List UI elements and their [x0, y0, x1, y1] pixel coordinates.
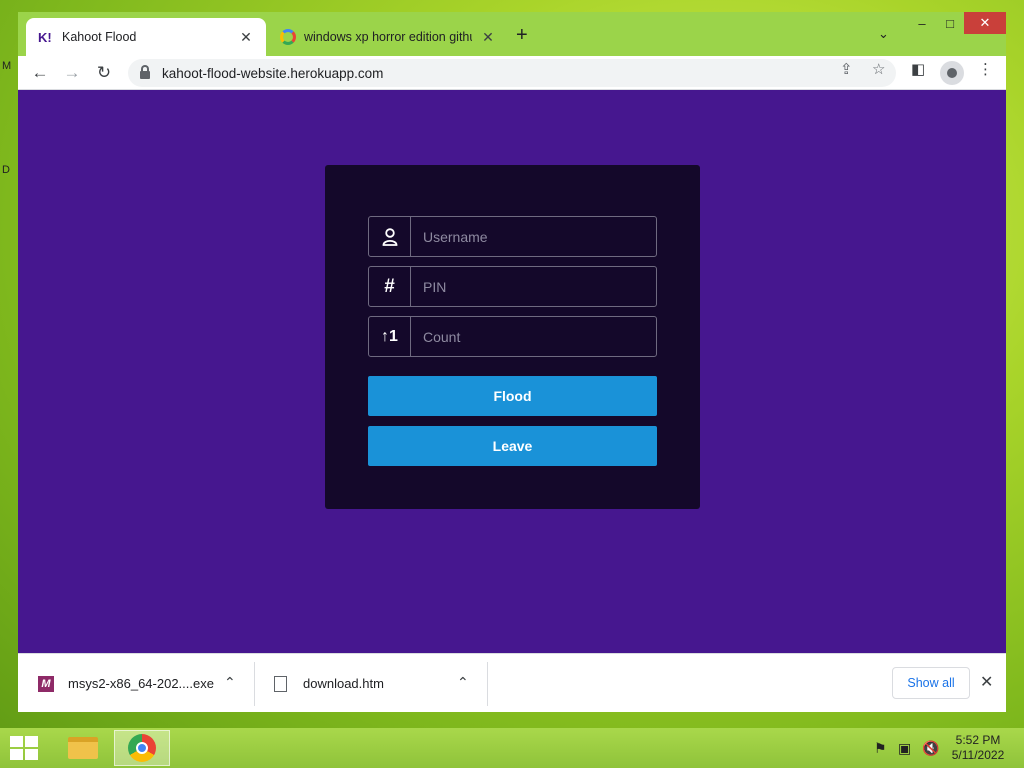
- side-panel-icon[interactable]: ◧: [911, 60, 925, 78]
- pin-input[interactable]: [411, 267, 656, 306]
- tab-close-icon[interactable]: ✕: [238, 29, 254, 46]
- download-filename: download.htm: [303, 676, 384, 691]
- download-item-msys2[interactable]: M msys2-x86_64-202....exe: [38, 654, 214, 713]
- new-tab-button[interactable]: +: [516, 24, 528, 47]
- minimize-button[interactable]: –: [908, 12, 936, 34]
- page-content: # ↑1 Flood Leave: [18, 90, 1006, 653]
- tab-strip: K! Kahoot Flood ✕ windows xp horror edit…: [18, 12, 1006, 56]
- chevron-up-icon[interactable]: ⌃: [457, 674, 469, 691]
- download-filename: msys2-x86_64-202....exe: [68, 676, 214, 691]
- kahoot-favicon-icon: K!: [38, 29, 52, 45]
- volume-muted-icon[interactable]: 🔇: [922, 740, 939, 757]
- bookmark-star-icon[interactable]: ☆: [872, 60, 885, 78]
- desktop-icon-label[interactable]: D: [2, 164, 10, 176]
- taskbar: ⚑ ▣ 🔇 5:52 PM 5/11/2022: [0, 728, 1024, 768]
- divider: [487, 662, 488, 706]
- google-favicon-icon: [280, 29, 296, 45]
- count-field: ↑1: [368, 316, 657, 357]
- browser-toolbar: ← → ↻ kahoot-flood-website.herokuapp.com…: [18, 56, 1006, 90]
- msys2-file-icon: M: [38, 675, 54, 692]
- show-all-button[interactable]: Show all: [892, 667, 970, 699]
- pin-field: #: [368, 266, 657, 307]
- kebab-menu-icon[interactable]: ⋮: [978, 60, 993, 78]
- count-input[interactable]: [411, 317, 656, 356]
- tab-google-search[interactable]: windows xp horror edition github ✕: [268, 18, 508, 56]
- folder-icon: [68, 737, 98, 759]
- tab-kahoot-flood[interactable]: K! Kahoot Flood ✕: [26, 18, 266, 56]
- profile-avatar[interactable]: [940, 61, 964, 85]
- hash-icon: #: [369, 267, 411, 306]
- back-arrow-icon[interactable]: ←: [28, 61, 52, 85]
- username-field: [368, 216, 657, 257]
- download-item-html[interactable]: download.htm: [274, 654, 384, 713]
- leave-button[interactable]: Leave: [368, 426, 657, 466]
- close-downloads-icon[interactable]: ✕: [980, 672, 993, 692]
- downloads-bar: M msys2-x86_64-202....exe ⌃ download.htm…: [18, 653, 1006, 712]
- clock-time: 5:52 PM: [955, 733, 1001, 747]
- share-icon[interactable]: ⇪: [840, 60, 853, 78]
- lock-icon: [140, 65, 150, 79]
- username-input[interactable]: [411, 217, 656, 256]
- action-center-flag-icon[interactable]: ⚑: [874, 740, 887, 757]
- address-bar[interactable]: kahoot-flood-website.herokuapp.com: [128, 59, 896, 87]
- forward-arrow-icon[interactable]: →: [60, 61, 84, 85]
- chevron-up-icon[interactable]: ⌃: [224, 674, 236, 691]
- sort-numeric-icon: ↑1: [369, 317, 411, 356]
- desktop-icon-label[interactable]: M: [2, 60, 11, 72]
- tab-title: windows xp horror edition github: [304, 30, 472, 44]
- flood-form-card: # ↑1 Flood Leave: [325, 165, 700, 509]
- tab-close-icon[interactable]: ✕: [480, 29, 496, 46]
- tab-title: Kahoot Flood: [62, 30, 137, 44]
- chrome-taskbar-button[interactable]: [114, 730, 170, 766]
- divider: [254, 662, 255, 706]
- maximize-button[interactable]: □: [936, 12, 964, 34]
- user-icon: [369, 217, 411, 256]
- browser-window: K! Kahoot Flood ✕ windows xp horror edit…: [18, 12, 1006, 712]
- flood-button[interactable]: Flood: [368, 376, 657, 416]
- tab-search-chevron-icon[interactable]: ⌄: [878, 26, 889, 42]
- reload-icon[interactable]: ↻: [92, 61, 116, 85]
- network-icon[interactable]: ▣: [898, 740, 911, 757]
- chrome-icon: [128, 734, 156, 762]
- url-text[interactable]: kahoot-flood-website.herokuapp.com: [162, 66, 383, 81]
- windows-start-icon[interactable]: [10, 736, 38, 760]
- system-clock[interactable]: 5:52 PM 5/11/2022: [950, 733, 1006, 763]
- person-icon: [947, 68, 957, 78]
- window-close-button[interactable]: ✕: [964, 12, 1006, 34]
- file-explorer-taskbar-button[interactable]: [55, 730, 111, 766]
- clock-date: 5/11/2022: [951, 748, 1005, 762]
- document-file-icon: [274, 675, 287, 692]
